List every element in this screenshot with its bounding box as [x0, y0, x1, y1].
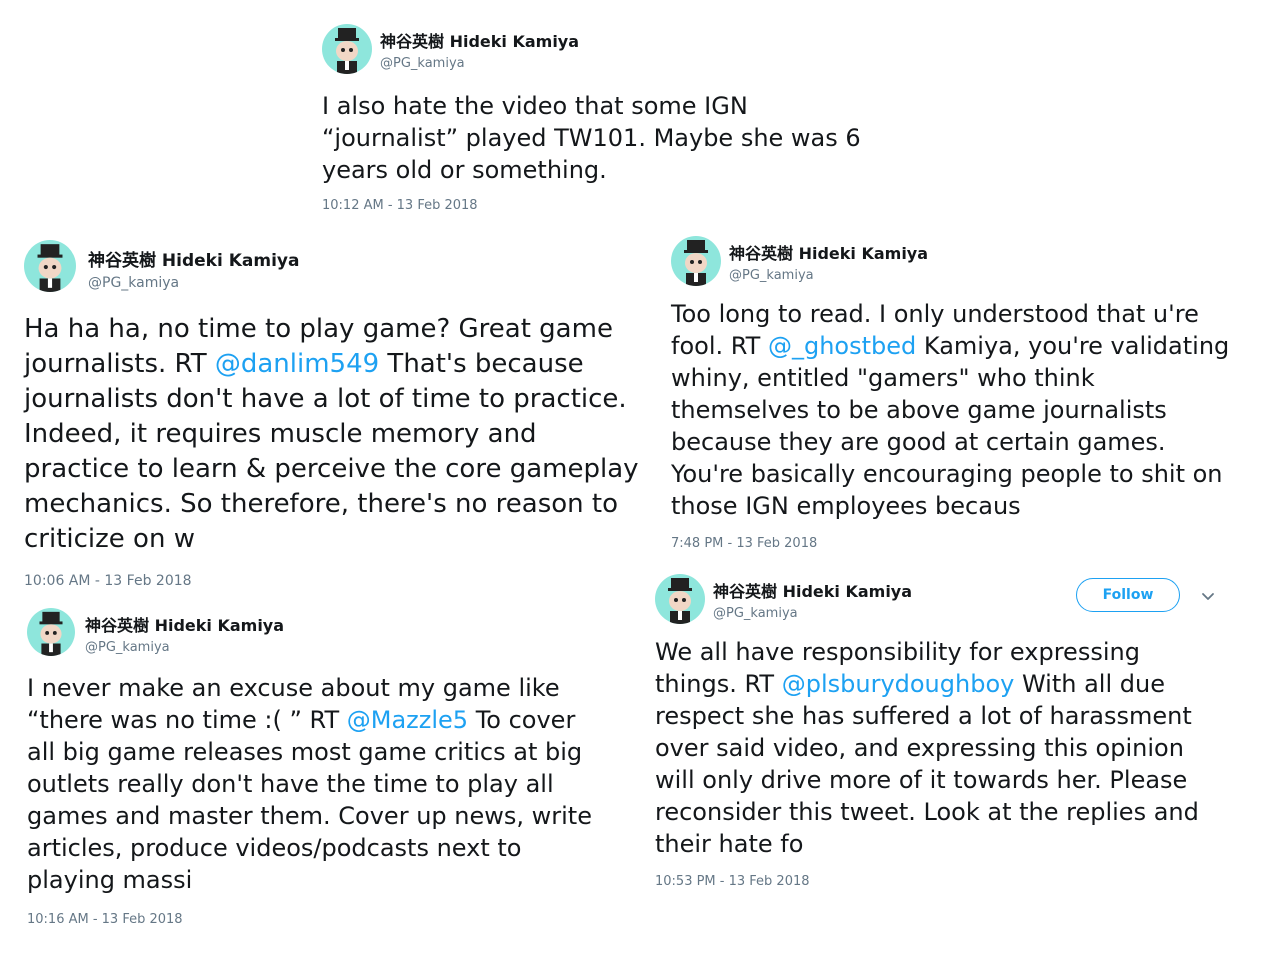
user-handle[interactable]: @PG_kamiya	[88, 275, 299, 291]
tweet-2: 神谷英樹 Hideki Kamiya @PG_kamiya Ha ha ha, …	[24, 240, 644, 589]
avatar-icon[interactable]	[322, 24, 372, 74]
tweet-header: 神谷英樹 Hideki Kamiya @PG_kamiya	[671, 236, 1241, 292]
tweet-3: 神谷英樹 Hideki Kamiya @PG_kamiya Too long t…	[671, 236, 1241, 551]
tweet-text: We all have responsibility for expressin…	[655, 638, 1199, 858]
tweet-text: I also hate the video that some IGN “jou…	[322, 92, 861, 184]
avatar-icon[interactable]	[27, 608, 75, 656]
display-name[interactable]: 神谷英樹 Hideki Kamiya	[88, 246, 299, 271]
tweet-text: Too long to read. I only understood that…	[671, 300, 1230, 520]
tweet-header: 神谷英樹 Hideki Kamiya @PG_kamiya	[24, 240, 644, 296]
display-name[interactable]: 神谷英樹 Hideki Kamiya	[380, 28, 579, 52]
chevron-down-icon[interactable]	[1200, 588, 1216, 604]
tweet-1: 神谷英樹 Hideki Kamiya @PG_kamiya I also hat…	[322, 24, 882, 213]
mention-link[interactable]: @Mazzle5	[347, 706, 468, 734]
tweet-5: 神谷英樹 Hideki Kamiya @PG_kamiya Follow We …	[655, 574, 1215, 889]
avatar-icon[interactable]	[24, 240, 76, 292]
tweet-text: Ha ha ha, no time to play game? Great ga…	[24, 314, 639, 554]
tweet-text: I never make an excuse about my game lik…	[27, 674, 592, 894]
tweet-timestamp[interactable]: 7:48 PM - 13 Feb 2018	[671, 536, 1241, 551]
tweet-header: 神谷英樹 Hideki Kamiya @PG_kamiya Follow	[655, 574, 1215, 630]
tweet-4: 神谷英樹 Hideki Kamiya @PG_kamiya I never ma…	[27, 608, 597, 927]
user-handle[interactable]: @PG_kamiya	[85, 640, 284, 655]
tweet-header: 神谷英樹 Hideki Kamiya @PG_kamiya	[322, 24, 882, 80]
user-handle[interactable]: @PG_kamiya	[380, 56, 579, 71]
avatar-icon[interactable]	[655, 574, 705, 624]
tweet-timestamp[interactable]: 10:06 AM - 13 Feb 2018	[24, 573, 644, 589]
tweet-timestamp[interactable]: 10:53 PM - 13 Feb 2018	[655, 874, 1215, 889]
display-name[interactable]: 神谷英樹 Hideki Kamiya	[85, 612, 284, 636]
mention-link[interactable]: @_ghostbed	[768, 332, 916, 360]
mention-link[interactable]: @danlim549	[215, 349, 379, 379]
tweet-timestamp[interactable]: 10:16 AM - 13 Feb 2018	[27, 912, 597, 927]
avatar-icon[interactable]	[671, 236, 721, 286]
user-handle[interactable]: @PG_kamiya	[713, 606, 912, 621]
display-name[interactable]: 神谷英樹 Hideki Kamiya	[713, 578, 912, 602]
mention-link[interactable]: @plsburydoughboy	[782, 670, 1015, 698]
display-name[interactable]: 神谷英樹 Hideki Kamiya	[729, 240, 928, 264]
follow-button[interactable]: Follow	[1076, 578, 1180, 612]
user-handle[interactable]: @PG_kamiya	[729, 268, 928, 283]
tweet-timestamp[interactable]: 10:12 AM - 13 Feb 2018	[322, 198, 882, 213]
tweet-header: 神谷英樹 Hideki Kamiya @PG_kamiya	[27, 608, 597, 664]
